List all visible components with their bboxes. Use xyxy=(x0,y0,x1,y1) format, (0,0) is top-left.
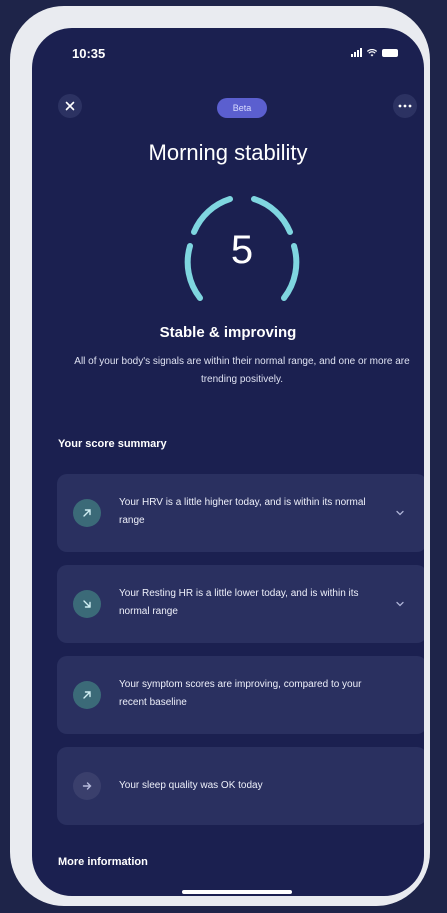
arrow-right-icon xyxy=(73,772,101,800)
status-icons xyxy=(351,48,398,57)
summary-card-sleep[interactable]: Your sleep quality was OK today xyxy=(57,747,424,825)
chevron-down-icon[interactable] xyxy=(393,506,407,520)
summary-card-text: Your sleep quality was OK today xyxy=(119,780,263,791)
summary-card-hrv[interactable]: Your HRV is a little higher today, and i… xyxy=(57,474,424,552)
more-options-button[interactable] xyxy=(393,94,417,118)
beta-badge: Beta xyxy=(217,98,267,118)
summary-card-resting-hr[interactable]: Your Resting HR is a little lower today,… xyxy=(57,565,424,643)
status-time: 10:35 xyxy=(72,46,106,61)
close-icon xyxy=(65,101,75,111)
more-information-heading: More information xyxy=(58,856,148,868)
arrow-up-right-icon xyxy=(73,499,101,527)
summary-card-symptoms[interactable]: Your symptom scores are improving, compa… xyxy=(57,656,424,734)
arrow-down-right-icon xyxy=(73,590,101,618)
chevron-down-icon[interactable] xyxy=(393,597,407,611)
score-summary-heading: Your score summary xyxy=(58,438,167,450)
wifi-icon xyxy=(367,48,377,56)
summary-card-text: Your Resting HR is a little lower today,… xyxy=(119,588,359,617)
status-bar: 10:35 xyxy=(32,28,424,72)
phone-frame: 10:35 Beta Morning stability 5 Stable & … xyxy=(10,6,430,906)
page-title: Morning stability xyxy=(148,140,308,165)
summary-card-text: Your HRV is a little higher today, and i… xyxy=(119,497,366,526)
stability-status-title: Stable & improving xyxy=(159,324,297,341)
score-value: 5 xyxy=(230,228,254,272)
close-button[interactable] xyxy=(58,94,82,118)
stability-status-description: All of your body's signals are within th… xyxy=(74,356,410,385)
signal-icon xyxy=(351,48,362,57)
home-indicator[interactable] xyxy=(182,890,292,894)
app-screen: 10:35 Beta Morning stability 5 Stable & … xyxy=(32,28,424,896)
summary-card-text: Your symptom scores are improving, compa… xyxy=(119,679,362,708)
more-icon xyxy=(398,104,412,108)
arrow-up-right-icon xyxy=(73,681,101,709)
battery-icon xyxy=(382,48,398,57)
